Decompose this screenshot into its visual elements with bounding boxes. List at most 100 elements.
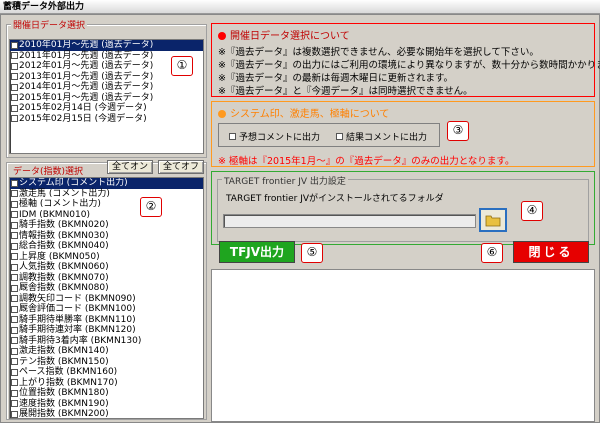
data-item-checkbox[interactable] — [11, 179, 18, 187]
data-list-item[interactable]: 情報指数 (BKMN030) — [10, 231, 203, 242]
date-list-item[interactable]: 2015年02月15日 (今週データ) — [10, 114, 203, 125]
data-list-item[interactable]: 調教指数 (BKMN070) — [10, 273, 203, 284]
data-listbox[interactable]: システム印 (コメント出力) 激走馬 (コメント出力) 極軸 (コメント出力) IDM… — [9, 177, 204, 419]
close-button[interactable]: 閉じる — [513, 241, 589, 263]
callout-2: ② — [140, 197, 162, 217]
data-item-checkbox[interactable] — [11, 358, 18, 366]
data-item-label: 調教矢印コード (BKMN090) — [19, 293, 136, 304]
date-list-item[interactable]: 2015年02月14日 (今週データ) — [10, 103, 203, 114]
date-item-checkbox[interactable] — [11, 104, 18, 112]
data-selection-title: データ(指数)選択 — [11, 164, 86, 177]
data-list-item[interactable]: 上昇度 (BKMN050) — [10, 252, 203, 263]
result-comment-checkbox-box[interactable] — [336, 133, 343, 140]
data-item-checkbox[interactable] — [11, 263, 18, 271]
data-list-item[interactable]: テン指数 (BKMN150) — [10, 357, 203, 368]
data-item-checkbox[interactable] — [11, 253, 18, 261]
system-info-note: ※ 極軸は『2015年1月〜』の『過去データ』のみの出力となります。 — [218, 156, 515, 167]
data-list-item[interactable]: 厩舎指数 (BKMN080) — [10, 283, 203, 294]
system-info-title: システム印、激走馬、極軸について — [218, 105, 389, 120]
date-list-item[interactable]: 2015年01月〜先週 (過去データ) — [10, 93, 203, 104]
data-list-item[interactable]: 人気指数 (BKMN060) — [10, 262, 203, 273]
date-item-checkbox[interactable] — [11, 52, 18, 60]
callout-3: ③ — [447, 121, 469, 141]
data-list-item[interactable]: 展開指数 (BKMN200) — [10, 409, 203, 419]
data-list-item[interactable]: 騎手指数 (BKMN020) — [10, 220, 203, 231]
target-folder-path-field[interactable] — [223, 214, 476, 228]
date-item-checkbox[interactable] — [11, 83, 18, 91]
data-item-label: 騎手期待3着内率 (BKMN130) — [19, 335, 142, 346]
data-list-item[interactable]: 騎手期待3着内率 (BKMN130) — [10, 336, 203, 347]
data-item-checkbox[interactable] — [11, 316, 18, 324]
data-item-checkbox[interactable] — [11, 190, 18, 198]
data-item-checkbox[interactable] — [11, 410, 18, 418]
all-on-button[interactable]: 全てオン — [107, 160, 153, 174]
forecast-comment-checkbox-box[interactable] — [229, 133, 236, 140]
forecast-comment-checkbox[interactable]: 予想コメントに出力 — [229, 130, 320, 143]
data-list-item[interactable]: IDM (BKMN010) — [10, 210, 203, 221]
date-item-checkbox[interactable] — [11, 73, 18, 81]
data-list-item[interactable]: 激走指数 (BKMN140) — [10, 346, 203, 357]
data-item-checkbox[interactable] — [11, 221, 18, 229]
data-item-checkbox[interactable] — [11, 347, 18, 355]
date-item-label: 2010年01月〜先週 (過去データ) — [19, 40, 154, 50]
date-item-checkbox[interactable] — [11, 41, 18, 49]
date-info-box: 開催日データ選択について ※『過去データ』は複数選択できません、必要な開始年を選… — [211, 23, 600, 97]
callout-6: ⑥ — [481, 243, 503, 263]
data-list-item[interactable]: 調教矢印コード (BKMN090) — [10, 294, 203, 305]
date-item-label: 2014年01月〜先週 (過去データ) — [19, 82, 154, 92]
data-item-checkbox[interactable] — [11, 305, 18, 313]
date-item-checkbox[interactable] — [11, 94, 18, 102]
data-item-checkbox[interactable] — [11, 326, 18, 334]
data-item-checkbox[interactable] — [11, 400, 18, 408]
red-bullet-icon — [218, 32, 226, 40]
data-item-label: テン指数 (BKMN150) — [19, 356, 109, 367]
all-off-button[interactable]: 全てオフ — [158, 160, 204, 174]
system-info-box: システム印、激走馬、極軸について 予想コメントに出力 結果コメントに出力 ※ 極… — [211, 101, 595, 167]
data-item-label: 激走指数 (BKMN140) — [19, 346, 109, 356]
data-item-checkbox[interactable] — [11, 295, 18, 303]
data-item-checkbox[interactable] — [11, 368, 18, 376]
date-info-line-1: ※『過去データ』は複数選択できません、必要な開始年を選択して下さい。 — [218, 47, 539, 58]
data-item-label: 調教指数 (BKMN070) — [19, 272, 109, 283]
data-list-item[interactable]: 極軸 (コメント出力) — [10, 199, 203, 210]
date-list-item[interactable]: 2014年01月〜先週 (過去データ) — [10, 82, 203, 93]
data-list-item[interactable]: 騎手期待連対率 (BKMN120) — [10, 325, 203, 336]
data-list-item[interactable]: ペース指数 (BKMN160) — [10, 367, 203, 378]
data-list-item[interactable]: 上がり指数 (BKMN170) — [10, 378, 203, 389]
browse-folder-button[interactable] — [479, 208, 507, 232]
data-list-item[interactable]: 速度指数 (BKMN190) — [10, 399, 203, 410]
date-list-item[interactable]: 2010年01月〜先週 (過去データ) — [10, 40, 203, 51]
main-window: 開催日データ選択 2010年01月〜先週 (過去データ) 2011年01月〜先週 … — [0, 14, 600, 423]
data-item-label: 速度指数 (BKMN190) — [19, 398, 109, 409]
data-item-label: 情報指数 (BKMN030) — [19, 230, 109, 241]
data-item-checkbox[interactable] — [11, 337, 18, 345]
date-info-line-3: ※『過去データ』の最新は毎週木曜日に更新されます。 — [218, 73, 454, 84]
date-item-label: 2015年02月15日 (今週データ) — [19, 113, 147, 124]
data-list-item[interactable]: システム印 (コメント出力) — [10, 178, 203, 189]
data-item-checkbox[interactable] — [11, 211, 18, 219]
data-list-item[interactable]: 位置指数 (BKMN180) — [10, 388, 203, 399]
data-list-item[interactable]: 総合指数 (BKMN040) — [10, 241, 203, 252]
data-item-checkbox[interactable] — [11, 200, 18, 208]
data-item-checkbox[interactable] — [11, 389, 18, 397]
data-item-checkbox[interactable] — [11, 274, 18, 282]
data-item-label: 厩舎指数 (BKMN080) — [19, 283, 109, 293]
data-list-item[interactable]: 騎手期待単勝率 (BKMN110) — [10, 315, 203, 326]
data-item-checkbox[interactable] — [11, 284, 18, 292]
date-item-label: 2012年01月〜先週 (過去データ) — [19, 61, 154, 71]
data-list-item[interactable]: 厩舎評価コード (BKMN100) — [10, 304, 203, 315]
date-item-checkbox[interactable] — [11, 115, 18, 123]
data-list-item[interactable]: 激走馬 (コメント出力) — [10, 189, 203, 200]
date-item-label: 2011年01月〜先週 (過去データ) — [19, 50, 154, 61]
result-comment-checkbox[interactable]: 結果コメントに出力 — [336, 130, 427, 143]
target-settings-title: TARGET frontier JV 出力設定 — [222, 174, 348, 187]
target-folder-label: TARGET frontier JVがインストールされてるフォルダ — [226, 194, 444, 204]
data-item-checkbox[interactable] — [11, 232, 18, 240]
data-item-label: 厩舎評価コード (BKMN100) — [19, 304, 136, 314]
tfjv-export-button[interactable]: TFJV出力 — [219, 241, 295, 263]
data-item-checkbox[interactable] — [11, 242, 18, 250]
comment-options-frame: 予想コメントに出力 結果コメントに出力 — [218, 123, 440, 147]
data-item-label: 展開指数 (BKMN200) — [19, 409, 109, 419]
date-item-checkbox[interactable] — [11, 62, 18, 70]
data-item-checkbox[interactable] — [11, 379, 18, 387]
